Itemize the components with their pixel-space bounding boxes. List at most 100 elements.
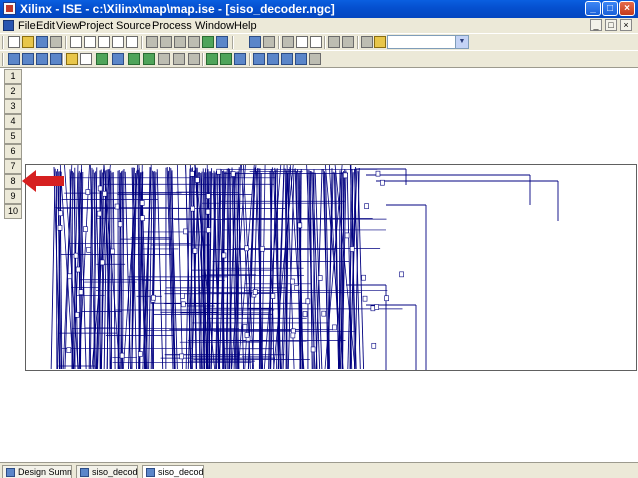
toolbar-separator [232,36,234,49]
row-number[interactable]: 8 [4,174,22,189]
chip-icon[interactable] [188,53,200,65]
document-icon[interactable] [112,36,124,48]
chevron-down-icon[interactable]: ▼ [455,36,468,48]
toolbar-grip[interactable] [2,36,4,49]
tab-siso-decoder-1[interactable]: siso_decoder [76,465,138,478]
netlist-schematic[interactable] [26,165,636,370]
box-icon[interactable] [158,53,170,65]
wrench-icon[interactable] [174,36,186,48]
row-number[interactable]: 10 [4,204,22,219]
chip-icon[interactable] [220,53,232,65]
schematic-icon [80,468,89,477]
menu-help[interactable]: Help [234,20,257,32]
layout-icon[interactable] [36,53,48,65]
row-number[interactable]: 6 [4,144,22,159]
schematic-workspace[interactable]: 1 2 3 4 5 6 7 8 9 10 [0,67,638,462]
gear-icon[interactable] [146,36,158,48]
zoom-in-icon[interactable] [253,53,265,65]
undo-icon[interactable] [328,36,340,48]
paste-icon[interactable] [310,36,322,48]
print-icon[interactable] [50,36,62,48]
globe-icon[interactable] [234,53,246,65]
maximize-button[interactable]: □ [602,1,618,16]
schematic-icon[interactable] [96,53,108,65]
row-number[interactable]: 2 [4,84,22,99]
document-system-icon[interactable] [3,20,14,31]
mdi-minimize-button[interactable]: _ [590,19,602,31]
toolbar-separator [202,53,204,66]
row-number[interactable]: 5 [4,129,22,144]
print-preview-icon[interactable] [70,36,82,48]
menu-window[interactable]: Window [195,20,234,32]
lightbulb-icon[interactable] [66,53,78,65]
search-combo[interactable]: ▼ [387,35,469,49]
row-number-column: 1 2 3 4 5 6 7 8 9 10 [4,69,22,219]
tab-design-summary[interactable]: Design Summary [2,465,72,478]
cascade-icon[interactable] [8,53,20,65]
schematic-icon [146,468,155,477]
tool-icon[interactable] [202,36,214,48]
toolbar-main: ▼ [0,33,638,50]
layout-icon[interactable] [50,53,62,65]
schematic-view[interactable] [25,164,637,371]
red-arrow-annotation [22,170,64,192]
menu-source[interactable]: Source [116,20,151,32]
pan-icon[interactable] [309,53,321,65]
document-icon[interactable] [98,36,110,48]
binoculars-icon[interactable] [361,36,373,48]
mdi-close-button[interactable]: × [620,19,632,31]
tree-icon[interactable] [143,53,155,65]
tab-siso-decoder-2[interactable]: siso_decoder [142,465,204,478]
document-icon[interactable] [126,36,138,48]
menu-view[interactable]: View [56,20,80,32]
toolbar-separator [249,53,251,66]
tree-icon[interactable] [128,53,140,65]
box-icon[interactable] [173,53,185,65]
toolbar-schematic [0,50,638,67]
toolbar-separator [141,36,143,49]
tab-label: siso_decoder [92,467,138,477]
menu-project[interactable]: Project [79,20,113,32]
minimize-button[interactable]: _ [585,1,601,16]
xilinx-app-icon[interactable] [3,2,16,15]
cut-icon[interactable] [282,36,294,48]
row-number[interactable]: 7 [4,159,22,174]
row-number[interactable]: 4 [4,114,22,129]
document-icon[interactable] [84,36,96,48]
menu-bar: File Edit View Project Source Process Wi… [0,18,638,33]
question-cursor-icon[interactable] [249,36,261,48]
find-icon[interactable] [374,36,386,48]
toolbar-separator [357,36,359,49]
toolbar-grip[interactable] [2,53,4,66]
open-folder-icon[interactable] [22,36,34,48]
tile-icon[interactable] [22,53,34,65]
tab-label: Design Summary [18,467,71,477]
toolbar-separator [324,36,326,49]
menu-process[interactable]: Process [152,20,192,32]
select-icon[interactable] [263,36,275,48]
row-number[interactable]: 9 [4,189,22,204]
zoom-fit-icon[interactable] [281,53,293,65]
ise-application-window: Xilinx - ISE - c:\Xilinx\map\map.ise - [… [0,0,638,478]
menu-edit[interactable]: Edit [36,20,55,32]
zoom-full-icon[interactable] [295,53,307,65]
title-bar[interactable]: Xilinx - ISE - c:\Xilinx\map\map.ise - [… [0,0,638,18]
row-number[interactable]: 3 [4,99,22,114]
save-icon[interactable] [36,36,48,48]
toolbar-separator [278,36,280,49]
mdi-restore-button[interactable]: □ [605,19,617,31]
pointer-icon[interactable] [80,53,92,65]
close-button[interactable]: × [619,1,635,16]
chip-icon[interactable] [206,53,218,65]
row-number[interactable]: 1 [4,69,22,84]
new-file-icon[interactable] [8,36,20,48]
zoom-out-icon[interactable] [267,53,279,65]
grid-icon[interactable] [112,53,124,65]
menu-file[interactable]: File [18,20,36,32]
chart-icon[interactable] [216,36,228,48]
wrench-icon[interactable] [188,36,200,48]
wrench-icon[interactable] [160,36,172,48]
copy-icon[interactable] [296,36,308,48]
tab-label: siso_decoder [158,467,204,477]
redo-icon[interactable] [342,36,354,48]
